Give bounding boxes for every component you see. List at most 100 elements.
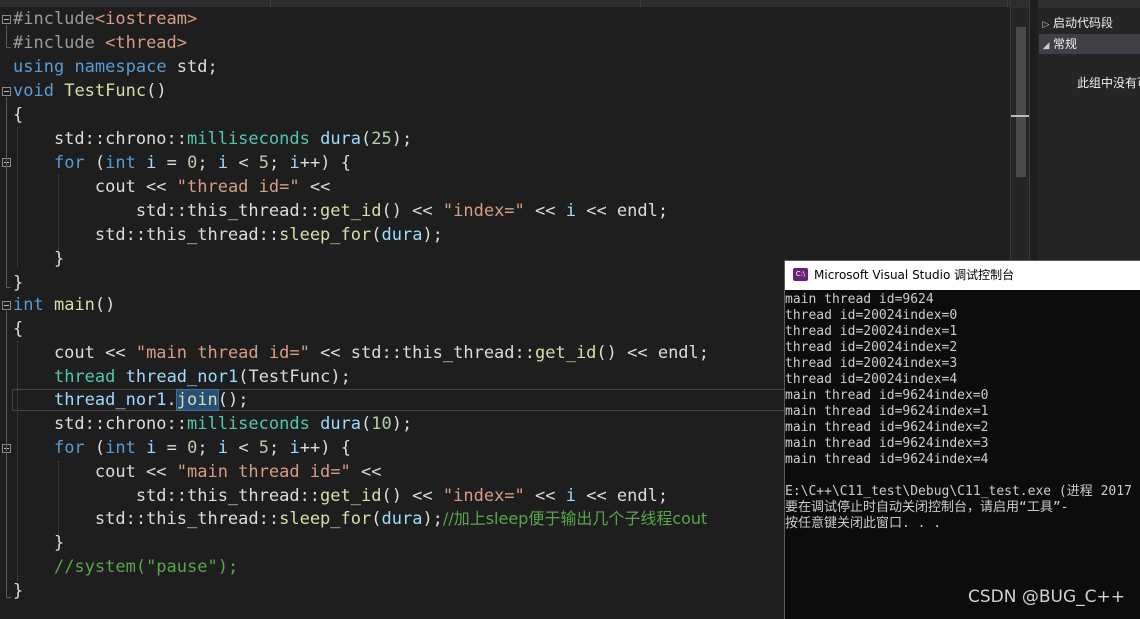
code-token: << endl; bbox=[575, 201, 669, 221]
console-line: thread id=20024index=1 bbox=[785, 324, 958, 339]
file-dropdown[interactable] bbox=[0, 0, 271, 7]
code-comment: //system("pause"); bbox=[53, 557, 239, 577]
code-token: } bbox=[13, 581, 24, 601]
code-token: dura bbox=[320, 129, 362, 149]
code-line-7: for (int i = 0; i < 5; i++) { bbox=[13, 151, 351, 175]
code-token: ( bbox=[361, 414, 372, 434]
code-token: milliseconds bbox=[187, 129, 310, 149]
code-token: std::this_thread:: bbox=[13, 201, 321, 221]
code-token: "index=" bbox=[442, 201, 525, 221]
code-token: ); bbox=[391, 129, 413, 149]
fold-marker-testfunc[interactable] bbox=[2, 87, 11, 96]
member-dropdown[interactable] bbox=[642, 0, 1008, 7]
code-line-5: { bbox=[13, 103, 23, 127]
code-token: } bbox=[13, 533, 65, 553]
code-token: dura bbox=[381, 509, 423, 529]
code-token: = bbox=[156, 438, 188, 458]
code-line-20: cout << "main thread id=" << bbox=[13, 460, 382, 484]
code-token: { bbox=[13, 319, 24, 339]
code-token: () bbox=[94, 295, 116, 315]
code-token: ++) { bbox=[299, 438, 351, 458]
scrollbar-thumb[interactable] bbox=[1016, 27, 1026, 177]
code-token: ; bbox=[197, 153, 218, 173]
code-token: "main thread id=" bbox=[176, 462, 351, 482]
fold-marker-include[interactable] bbox=[2, 15, 11, 24]
code-token: (); bbox=[217, 390, 249, 410]
fold-marker-main[interactable] bbox=[2, 301, 11, 310]
code-token: int bbox=[13, 295, 44, 315]
selected-token-join[interactable]: join bbox=[175, 389, 219, 411]
code-token: << bbox=[350, 462, 382, 482]
code-token: << bbox=[299, 177, 331, 197]
console-line: thread id=20024index=3 bbox=[785, 356, 958, 371]
code-token: ( bbox=[371, 509, 382, 529]
outline-guide bbox=[6, 597, 11, 598]
code-token: int bbox=[105, 153, 136, 173]
panel-splitter[interactable] bbox=[1030, 0, 1038, 260]
outline-guide bbox=[6, 287, 11, 288]
console-line: 按任意键关闭此窗口. . . bbox=[785, 516, 942, 531]
console-line: main thread id=9624index=0 bbox=[785, 388, 989, 403]
code-token: cout << bbox=[13, 343, 136, 363]
code-token: thread bbox=[53, 367, 116, 387]
code-token: < bbox=[228, 438, 259, 458]
code-token: for bbox=[53, 438, 85, 458]
code-token: ( bbox=[371, 225, 382, 245]
code-token: thread_nor1 bbox=[53, 390, 167, 410]
toolbox-group-general[interactable]: ◢ 常规 bbox=[1039, 34, 1140, 54]
code-line-25: } bbox=[13, 579, 23, 603]
code-line-3: using namespace std; bbox=[13, 55, 218, 79]
watermark: CSDN @BUG_C++ bbox=[968, 587, 1126, 607]
code-line-15: cout << "main thread id=" << std::this_t… bbox=[13, 341, 709, 365]
code-token: ( bbox=[84, 438, 106, 458]
console-line: main thread id=9624index=4 bbox=[785, 452, 989, 467]
code-token: i bbox=[217, 438, 229, 458]
toolbox-group-label: 常规 bbox=[1053, 37, 1078, 51]
toolbox-search[interactable] bbox=[1038, 0, 1140, 8]
code-token: 5 bbox=[258, 153, 270, 173]
code-line-14: { bbox=[13, 317, 23, 341]
code-token: ); bbox=[422, 225, 443, 245]
code-token: i bbox=[146, 438, 157, 458]
code-token: ); bbox=[391, 414, 413, 434]
console-line: thread id=20024index=4 bbox=[785, 372, 958, 387]
code-token: i bbox=[289, 153, 300, 173]
code-token: std::this_thread:: bbox=[13, 225, 280, 245]
code-token: 25 bbox=[371, 129, 392, 149]
expanded-arrow-icon: ◢ bbox=[1042, 41, 1050, 51]
outline-guide bbox=[6, 311, 7, 597]
code-token: namespace bbox=[74, 57, 167, 77]
code-line-8: cout << "thread id=" << bbox=[13, 175, 330, 199]
code-token: dura bbox=[320, 414, 362, 434]
console-titlebar[interactable]: C:\ Microsoft Visual Studio 调试控制台 bbox=[785, 261, 1140, 290]
console-line: 要在调试停止时自动关闭控制台，请启用“工具”- bbox=[785, 500, 1069, 515]
code-token: std::chrono:: bbox=[13, 129, 187, 149]
outline-guide bbox=[6, 47, 11, 48]
console-line: main thread id=9624index=3 bbox=[785, 436, 989, 451]
code-token: } bbox=[13, 249, 65, 269]
code-token: "thread id=" bbox=[176, 177, 300, 197]
collapsed-arrow-icon: ▷ bbox=[1042, 20, 1050, 30]
toolbox-group-code-snippets[interactable]: ▷ 启动代码段 bbox=[1039, 13, 1140, 33]
code-token: = bbox=[156, 153, 188, 173]
code-token: for bbox=[53, 153, 85, 173]
scrollbar-position-marker bbox=[1011, 115, 1030, 117]
code-token: cout << bbox=[13, 462, 177, 482]
code-token: . bbox=[166, 390, 177, 410]
code-token: milliseconds bbox=[187, 414, 310, 434]
code-line-16: thread thread_nor1(TestFunc); bbox=[13, 365, 351, 389]
code-token: i bbox=[289, 438, 300, 458]
debug-console-window[interactable]: C:\ Microsoft Visual Studio 调试控制台 main t… bbox=[784, 260, 1140, 619]
console-app-icon: C:\ bbox=[793, 268, 808, 281]
code-token: <thread> bbox=[105, 33, 188, 53]
toolbox-group-label: 启动代码段 bbox=[1053, 16, 1114, 30]
code-token: <iostream> bbox=[94, 9, 198, 29]
console-output: main thread id=9624 thread id=20024index… bbox=[785, 292, 1140, 532]
scope-dropdown[interactable] bbox=[272, 0, 641, 7]
code-token: std::chrono:: bbox=[13, 414, 187, 434]
code-line-6: std::chrono::milliseconds dura(25); bbox=[13, 127, 412, 151]
